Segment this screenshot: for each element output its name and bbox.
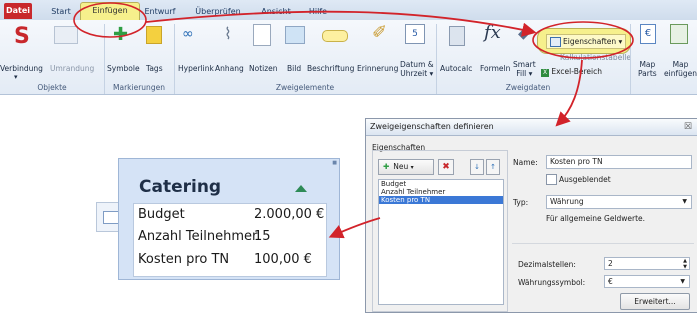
arrow-to-eigenschaften <box>145 10 537 37</box>
arrow-to-card <box>328 217 381 239</box>
eigenschaften-highlight-circle <box>532 21 634 59</box>
einfuegen-highlight-circle <box>73 2 147 38</box>
arrow-to-dialog <box>555 59 583 127</box>
annotation-overlay <box>73 2 634 239</box>
